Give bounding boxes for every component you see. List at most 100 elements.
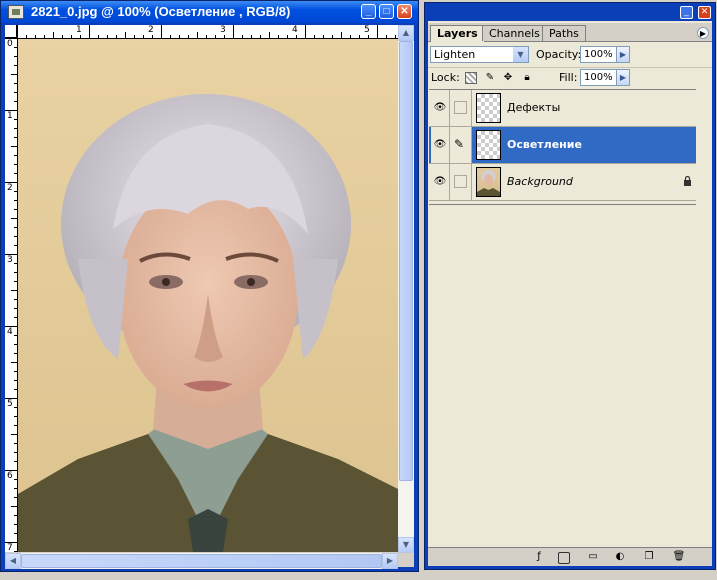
ruler-tick <box>242 35 243 38</box>
scroll-up-arrow-icon[interactable]: ▲ <box>398 25 414 41</box>
ruler-tick <box>14 245 17 246</box>
ruler-v-label: 1 <box>7 111 13 121</box>
horizontal-scrollbar[interactable]: ◀ ▶ <box>5 553 398 569</box>
ruler-tick <box>11 290 17 291</box>
ruler-tick <box>14 173 17 174</box>
ruler-tick <box>14 524 17 525</box>
ruler-tick <box>14 353 17 354</box>
ruler-tick <box>14 425 17 426</box>
layer-name: Background <box>507 175 573 188</box>
ruler-h-label: 2 <box>148 25 154 35</box>
ruler-tick <box>134 35 135 38</box>
opacity-input[interactable]: 100% <box>580 46 618 63</box>
ruler-tick <box>14 56 17 57</box>
ruler-tick <box>26 35 27 38</box>
ruler-tick <box>323 35 324 38</box>
ruler-tick <box>14 83 17 84</box>
document-window: 2821_0.jpg @ 100% (Осветление , RGB/8) _… <box>0 0 419 572</box>
ruler-tick <box>395 35 396 38</box>
ruler-tick <box>14 128 17 129</box>
horizontal-scroll-thumb[interactable] <box>21 554 382 568</box>
add-style-icon[interactable]: ƒ <box>532 550 546 564</box>
close-button[interactable]: ✕ <box>397 4 412 19</box>
minimize-button[interactable]: _ <box>361 4 376 19</box>
palette-close-button[interactable]: ✕ <box>698 6 711 19</box>
eye-icon[interactable]: 👁︎ <box>431 90 450 126</box>
ruler-corner[interactable] <box>5 25 17 38</box>
photoshop-document-icon <box>8 5 24 19</box>
layer-link-cell[interactable] <box>450 90 472 126</box>
lock-transparency-icon[interactable] <box>465 72 477 84</box>
ruler-v-label: 2 <box>7 183 13 193</box>
lock-image-brush-icon[interactable]: ✎ <box>484 72 496 84</box>
ruler-tick <box>11 218 17 219</box>
layer-link-cell[interactable] <box>450 164 472 200</box>
blend-mode-select[interactable]: Lighten ▼ <box>430 46 529 63</box>
ruler-tick <box>14 551 17 552</box>
ruler-tick <box>14 101 17 102</box>
ruler-v-label: 0 <box>7 39 13 49</box>
ruler-tick <box>14 344 17 345</box>
vertical-ruler[interactable]: 0 1 2 3 4 5 6 7 <box>5 38 18 552</box>
palette-titlebar[interactable]: _ ✕ <box>425 3 715 21</box>
blend-mode-value: Lighten <box>434 48 476 61</box>
chevron-down-icon[interactable]: ▼ <box>513 47 528 62</box>
eye-icon[interactable]: 👁︎ <box>431 127 450 163</box>
maximize-button[interactable]: □ <box>379 4 394 19</box>
lock-position-move-icon[interactable]: ✥ <box>502 72 514 84</box>
ruler-tick <box>251 35 252 38</box>
fill-input[interactable]: 100% <box>580 69 618 86</box>
ruler-tick <box>278 35 279 38</box>
adjustment-layer-icon[interactable]: ◐ <box>613 550 627 564</box>
ruler-tick <box>98 35 99 38</box>
scroll-right-arrow-icon[interactable]: ▶ <box>382 553 398 569</box>
ruler-tick <box>14 200 17 201</box>
tab-layers[interactable]: Layers <box>430 25 485 42</box>
fill-slider-arrow-icon[interactable]: ▶ <box>616 69 630 86</box>
ruler-tick <box>143 35 144 38</box>
layer-row-osvetlenie[interactable]: 👁︎ ✎ Осветление <box>429 127 696 164</box>
blend-opacity-row: Lighten ▼ Opacity: 100% ▶ <box>428 44 712 64</box>
layer-row-defects[interactable]: 👁︎ Дефекты <box>429 90 696 127</box>
ruler-tick <box>14 335 17 336</box>
ruler-tick <box>44 35 45 38</box>
ruler-tick <box>71 35 72 38</box>
ruler-tick <box>80 35 81 38</box>
ruler-tick <box>170 35 171 38</box>
new-group-icon[interactable]: ▭ <box>586 550 600 564</box>
document-title: 2821_0.jpg @ 100% (Осветление , RGB/8) <box>31 4 291 19</box>
delete-layer-icon[interactable]: 🗑︎ <box>672 550 686 564</box>
tab-channels[interactable]: Channels <box>482 25 547 41</box>
ruler-tick <box>17 25 18 38</box>
lock-all-icon[interactable]: 🔒︎ <box>521 72 533 84</box>
scroll-left-arrow-icon[interactable]: ◀ <box>5 553 21 569</box>
opacity-slider-arrow-icon[interactable]: ▶ <box>616 46 630 63</box>
brush-active-icon[interactable]: ✎ <box>450 127 472 163</box>
tab-paths[interactable]: Paths <box>542 25 586 41</box>
document-area: 12345 01234567 ▲ ▼ ◀ ▶ <box>5 25 414 569</box>
ruler-tick <box>152 35 153 38</box>
layer-name: Осветление <box>507 138 582 151</box>
eye-icon[interactable]: 👁︎ <box>431 164 450 200</box>
document-titlebar[interactable]: 2821_0.jpg @ 100% (Осветление , RGB/8) _… <box>1 1 418 23</box>
vertical-scrollbar[interactable]: ▲ ▼ <box>398 25 414 553</box>
opacity-label: Opacity: <box>536 48 582 61</box>
layer-row-background[interactable]: 👁︎ Background <box>429 164 696 201</box>
add-mask-icon[interactable] <box>558 552 570 564</box>
image-canvas[interactable] <box>18 39 398 552</box>
horizontal-ruler[interactable]: 1 2 3 4 5 <box>17 25 398 39</box>
ruler-tick <box>53 32 54 38</box>
palette-minimize-button[interactable]: _ <box>680 6 693 19</box>
ruler-h-label: 4 <box>292 25 298 35</box>
palette-menu-icon[interactable]: ▶ <box>697 27 709 39</box>
ruler-tick <box>269 32 270 38</box>
ruler-tick <box>14 443 17 444</box>
new-layer-icon[interactable]: ❐ <box>642 550 656 564</box>
ruler-tick <box>14 416 17 417</box>
vertical-scroll-thumb[interactable] <box>399 41 413 481</box>
ruler-tick <box>386 35 387 38</box>
ruler-tick <box>14 380 17 381</box>
ruler-tick <box>359 35 360 38</box>
ruler-v-label: 5 <box>7 399 13 409</box>
scroll-down-arrow-icon[interactable]: ▼ <box>398 537 414 553</box>
